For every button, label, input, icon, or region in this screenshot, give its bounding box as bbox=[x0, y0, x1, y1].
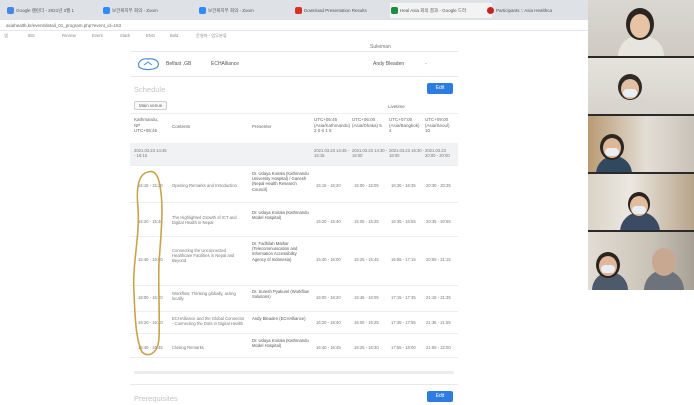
date-cell: 2021.03.23 14:30 - 16:00 bbox=[352, 148, 388, 159]
time-cell: 15:40 - 16:00 bbox=[316, 257, 341, 262]
schedule-panel: Main venue Livetime Kathmandu, NP UTC+05… bbox=[130, 95, 458, 377]
presenter-cell: Dr. Udaya Koirala (Kathmandu University … bbox=[252, 171, 309, 192]
browser-tab-bar: Google 캘린더 - 2021년 3월 1 × 보건복지부 회의 - Zoo… bbox=[0, 0, 592, 20]
bookmark-item[interactable]: Event bbox=[92, 31, 103, 41]
divider bbox=[130, 51, 458, 52]
time-cell: 20:30 - 20:35 bbox=[426, 183, 451, 188]
video-tile[interactable] bbox=[588, 232, 694, 290]
video-tile[interactable] bbox=[588, 116, 694, 172]
presenter-cell: Dr. Suresh Pyakurel (Workflow Solutions) bbox=[252, 289, 309, 300]
column-header: UTC+09:00 (Asia/Seoul) 10 bbox=[425, 117, 450, 133]
browser-tab[interactable]: Download Presentation Results × bbox=[294, 3, 396, 18]
time-cell: 16:55 - 17:15 bbox=[391, 257, 416, 262]
video-tile[interactable] bbox=[588, 58, 694, 114]
time-cell: 16:40 - 16:45 bbox=[316, 345, 341, 350]
zoom-icon bbox=[199, 7, 206, 14]
divider bbox=[130, 76, 458, 77]
column-header: Presenter bbox=[252, 124, 272, 129]
bookmark-item[interactable]: Bold bbox=[170, 31, 178, 41]
date-cell: 2021.03.23 16:30 - 18:00 bbox=[389, 148, 425, 159]
time-cell: 16:25 - 16:30 bbox=[354, 345, 379, 350]
zoom-icon bbox=[103, 7, 110, 14]
time-cell: 20:35 - 20:55 bbox=[426, 219, 451, 224]
browser-tab[interactable]: Participants :: Asia Healthca × bbox=[486, 3, 592, 18]
time-cell: 21:35 - 21:55 bbox=[426, 320, 451, 325]
presenter-cell: Dr. Udaya Koirala (Kathmandu Model Hospi… bbox=[252, 338, 309, 349]
livetime-label: Livetime bbox=[388, 104, 405, 109]
annotation-loop-icon bbox=[132, 170, 163, 356]
prerequisites-title: Prerequisites bbox=[134, 394, 178, 403]
presenter-name: Andy Bleaden bbox=[373, 61, 405, 67]
bookmark-item[interactable]: Review bbox=[62, 31, 76, 41]
time-cell: 17:15 - 17:35 bbox=[391, 295, 416, 300]
divider bbox=[130, 384, 458, 385]
column-header: UTC+07:00 (Asia/Bangkok) 4 bbox=[389, 117, 420, 133]
main-venue-tab[interactable]: Main venue bbox=[134, 101, 168, 110]
time-cell: 20:55 - 21:15 bbox=[426, 257, 451, 262]
bookmark-apps[interactable]: 앱 bbox=[4, 31, 8, 41]
location-text: Belfast ,GB bbox=[166, 61, 192, 67]
bookmarks-bar: 앱 IBS Review Event Slack ENG Bold 운영자 - … bbox=[0, 31, 590, 41]
time-cell: 15:45 - 16:05 bbox=[354, 295, 379, 300]
time-cell: 17:55 - 18:00 bbox=[391, 345, 416, 350]
content-cell: The Highlighted Growth of ICT and Digita… bbox=[172, 215, 237, 226]
content-cell: Workflow: Thinking globally, acting loca… bbox=[172, 291, 236, 302]
column-header: UTC+05:45 (Asia/Kathmandu) 2 0 6 1 5 bbox=[314, 117, 351, 133]
content-cell: ECHAlliance and the Global Connector - C… bbox=[172, 316, 245, 327]
time-cell: 16:05 - 16:25 bbox=[354, 320, 379, 325]
presenter-cell: Dr. Fadhilah Mathar (Telecommunication a… bbox=[252, 241, 298, 262]
time-cell: 21:55 - 22:00 bbox=[426, 345, 451, 350]
date-cell: 2021.03.23 14:45 - 16:15 bbox=[134, 148, 167, 159]
video-tile[interactable] bbox=[588, 174, 694, 230]
drive-icon bbox=[391, 7, 398, 14]
content-cell: Connecting the Unconnected Healthcare Fa… bbox=[172, 248, 235, 264]
date-cell: 2021.03.23 14:45 - 16:15 bbox=[314, 148, 350, 159]
address-url: asiahealth.kr/event/detail_01_program.ph… bbox=[6, 23, 121, 28]
time-cell: 17:35 - 17:55 bbox=[391, 320, 416, 325]
edit-prerequisites-button[interactable]: Edit bbox=[427, 391, 453, 402]
schedule-title: Schedule bbox=[134, 85, 166, 94]
bookmark-item[interactable]: IBS bbox=[28, 31, 35, 41]
time-cell: 15:00 - 15:05 bbox=[354, 183, 379, 188]
time-cell: 16:00 - 16:20 bbox=[316, 295, 341, 300]
video-tile[interactable] bbox=[588, 0, 694, 56]
dash-text: - bbox=[425, 61, 427, 67]
date-cell: 2021.03.23 20:00 - 20:00 bbox=[425, 148, 450, 159]
address-bar[interactable]: asiahealth.kr/event/detail_01_program.ph… bbox=[0, 20, 590, 31]
time-cell: 15:15 - 15:20 bbox=[316, 183, 341, 188]
browser-tab[interactable]: 보건복지부 회의 - Zoom × bbox=[198, 3, 300, 18]
time-cell: 15:05 - 15:25 bbox=[354, 219, 379, 224]
column-header: Kathmandu, NP UTC+05:45 bbox=[134, 117, 159, 133]
site-icon bbox=[487, 7, 494, 14]
column-header: UTC+06:00 (Asia/Dhaka) 5 bbox=[352, 117, 382, 128]
calendar-icon bbox=[7, 7, 14, 14]
bookmark-item[interactable]: ENG bbox=[146, 31, 155, 41]
edit-schedule-button[interactable]: Edit bbox=[427, 83, 453, 94]
browser-tab-active[interactable]: Heal Asia 회의 결과 - Google 드라 × bbox=[390, 3, 492, 18]
browser-tab[interactable]: Google 캘린더 - 2021년 3월 1 × bbox=[6, 3, 108, 18]
document-icon bbox=[295, 7, 302, 14]
organization-text: ECHAlliance bbox=[211, 61, 240, 67]
time-cell: 16:30 - 16:35 bbox=[391, 183, 416, 188]
time-cell: 21:15 - 21:35 bbox=[426, 295, 451, 300]
bookmark-item[interactable]: Slack bbox=[120, 31, 130, 41]
content-cell: Opening Remarks and Introduction bbox=[172, 183, 237, 188]
time-cell: 15:25 - 15:45 bbox=[354, 257, 379, 262]
horizontal-scrollbar[interactable] bbox=[134, 371, 454, 374]
participant-name: Suleiman bbox=[370, 44, 391, 50]
time-cell: 15:20 - 15:40 bbox=[316, 219, 341, 224]
video-participants-panel bbox=[588, 0, 694, 290]
time-cell: 16:20 - 16:40 bbox=[316, 320, 341, 325]
browser-tab[interactable]: 보건복지부 회의 - Zoom × bbox=[102, 3, 204, 18]
content-cell: Closing Remarks bbox=[172, 345, 204, 350]
echalliance-logo-icon bbox=[137, 58, 159, 71]
bookmark-item[interactable]: 운영자 - 업무분류 bbox=[196, 31, 227, 41]
presenter-cell: Andy Bleaden (ECHAlliance) bbox=[252, 316, 306, 321]
presenter-cell: Dr. Udaya Koirala (Kathmandu Model Hospi… bbox=[252, 210, 309, 221]
column-header: Contents bbox=[172, 124, 191, 129]
time-cell: 16:35 - 16:55 bbox=[391, 219, 416, 224]
